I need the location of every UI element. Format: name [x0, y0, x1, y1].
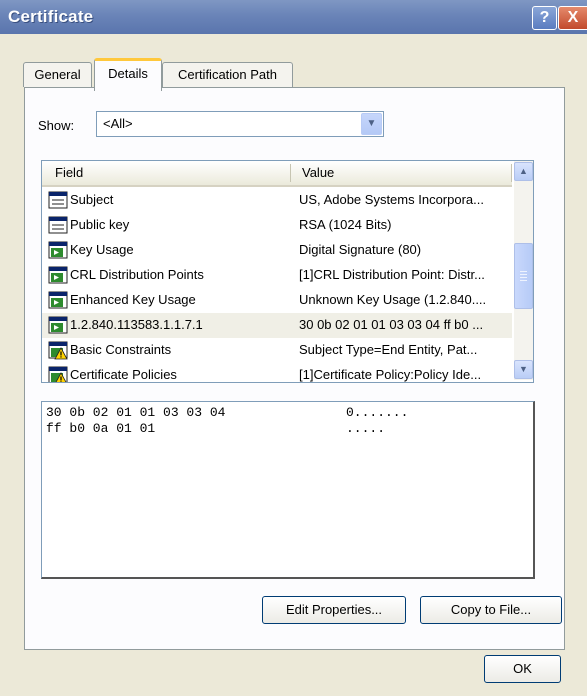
- fields-list[interactable]: Field Value Subject US, Adobe Systems In…: [41, 160, 534, 383]
- field-doc-icon: [48, 190, 68, 210]
- field-value: RSA (1024 Bits): [299, 217, 392, 232]
- list-item[interactable]: Certificate Policies [1]Certificate Poli…: [42, 363, 512, 382]
- critical-extension-icon: [48, 340, 68, 360]
- extension-icon: [48, 315, 68, 335]
- field-name: Certificate Policies: [70, 367, 177, 382]
- tab-details[interactable]: Details: [94, 58, 162, 91]
- help-button[interactable]: ?: [532, 6, 557, 30]
- tab-certification-path[interactable]: Certification Path: [162, 62, 293, 87]
- close-icon: X: [567, 9, 579, 26]
- tab-general[interactable]: General: [23, 62, 92, 87]
- extension-icon: [48, 290, 68, 310]
- show-select[interactable]: <All> ▼: [96, 111, 384, 137]
- window-title: Certificate: [8, 7, 94, 26]
- column-header-field[interactable]: Field: [55, 161, 83, 185]
- grip-line: [520, 277, 527, 278]
- field-value: Subject Type=End Entity, Pat...: [299, 342, 478, 357]
- field-name: Basic Constraints: [70, 342, 172, 357]
- grip-line: [520, 280, 527, 281]
- hex-bytes: ff b0 0a 01 01: [46, 421, 156, 436]
- extension-icon: [48, 240, 68, 260]
- hex-ascii: .....: [346, 421, 386, 436]
- list-header: Field Value: [42, 161, 512, 187]
- show-label: Show:: [38, 118, 75, 133]
- field-value: Unknown Key Usage (1.2.840....: [299, 292, 487, 307]
- column-header-value[interactable]: Value: [302, 161, 334, 185]
- tab-certification-path-label: Certification Path: [178, 67, 277, 82]
- field-name: 1.2.840.113583.1.1.7.1: [70, 317, 203, 332]
- chevron-down-icon[interactable]: ▼: [361, 113, 382, 135]
- scroll-down-button[interactable]: ▼: [514, 360, 533, 379]
- grip-line: [520, 271, 527, 272]
- field-doc-icon: [48, 215, 68, 235]
- edit-properties-button[interactable]: Edit Properties...: [262, 596, 406, 624]
- chevron-down-icon: ▼: [519, 364, 528, 374]
- scrollbar-thumb[interactable]: [514, 243, 533, 309]
- hex-ascii: 0.......: [346, 405, 409, 420]
- field-name: Key Usage: [70, 242, 134, 257]
- list-item[interactable]: Enhanced Key Usage Unknown Key Usage (1.…: [42, 288, 512, 313]
- field-value: [1]Certificate Policy:Policy Ide...: [299, 367, 482, 382]
- list-item[interactable]: Public key RSA (1024 Bits): [42, 213, 512, 238]
- help-icon: ?: [539, 9, 550, 26]
- list-item[interactable]: CRL Distribution Points [1]CRL Distribut…: [42, 263, 512, 288]
- field-value: US, Adobe Systems Incorpora...: [299, 192, 484, 207]
- field-value-detail[interactable]: 30 0b 02 01 01 03 03 04 0....... ff b0 0…: [41, 401, 535, 579]
- list-item[interactable]: Subject US, Adobe Systems Incorpora...: [42, 188, 512, 213]
- list-item[interactable]: Basic Constraints Subject Type=End Entit…: [42, 338, 512, 363]
- field-name: Subject: [70, 192, 114, 207]
- critical-extension-icon: [48, 365, 68, 382]
- list-item-selected[interactable]: 1.2.840.113583.1.1.7.1 30 0b 02 01 01 03…: [42, 313, 512, 338]
- field-name: Public key: [70, 217, 130, 232]
- certificate-dialog: Certificate ? X General Details Certific…: [0, 0, 587, 696]
- extension-icon: [48, 265, 68, 285]
- hex-bytes: 30 0b 02 01 01 03 03 04: [46, 405, 226, 420]
- vertical-scrollbar[interactable]: ▲ ▼: [514, 161, 533, 380]
- scroll-up-button[interactable]: ▲: [514, 162, 533, 181]
- column-divider[interactable]: [290, 164, 291, 182]
- column-divider[interactable]: [511, 164, 512, 182]
- title-bar[interactable]: Certificate ? X: [0, 0, 587, 34]
- chevron-up-icon: ▲: [519, 166, 528, 176]
- ok-button[interactable]: OK: [484, 655, 561, 683]
- tab-general-label: General: [34, 67, 81, 82]
- copy-to-file-button[interactable]: Copy to File...: [420, 596, 562, 624]
- grip-line: [520, 274, 527, 275]
- list-item[interactable]: Key Usage Digital Signature (80): [42, 238, 512, 263]
- field-value: [1]CRL Distribution Point: Distr...: [299, 267, 485, 282]
- field-value: 30 0b 02 01 01 03 03 04 ff b0 ...: [299, 317, 484, 332]
- field-name: Enhanced Key Usage: [70, 292, 196, 307]
- tab-details-label: Details: [108, 66, 148, 81]
- field-name: CRL Distribution Points: [70, 267, 204, 282]
- show-select-value: <All>: [103, 116, 133, 131]
- field-value: Digital Signature (80): [299, 242, 422, 257]
- close-button[interactable]: X: [558, 6, 587, 30]
